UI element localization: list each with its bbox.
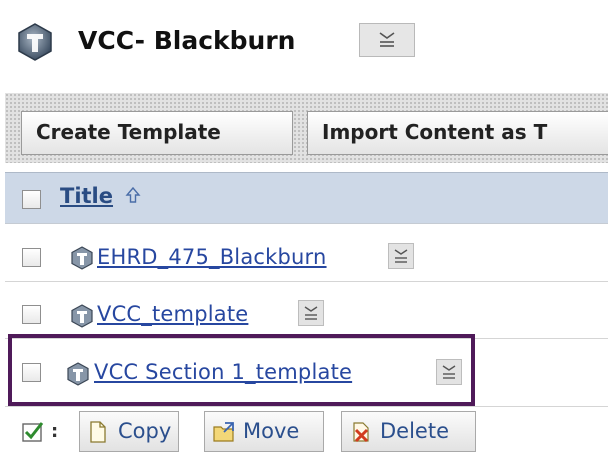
- move-label: Move: [243, 419, 300, 443]
- row-menu-button[interactable]: [388, 243, 414, 269]
- row-menu-button[interactable]: [298, 300, 324, 326]
- action-separator: :: [51, 421, 59, 442]
- chevron-down-menu-icon: [394, 249, 408, 263]
- page-title: VCC- Blackburn: [78, 26, 296, 55]
- move-folder-icon: [213, 422, 234, 442]
- chevron-down-menu-icon: [304, 306, 318, 320]
- import-content-button[interactable]: Import Content as T: [307, 111, 608, 155]
- move-button[interactable]: Move: [204, 411, 324, 452]
- copy-icon: [90, 421, 106, 443]
- row-checkbox[interactable]: [22, 305, 41, 324]
- template-link[interactable]: EHRD_475_Blackburn: [97, 244, 327, 270]
- row-highlight-box: [8, 334, 475, 406]
- template-icon: [71, 246, 93, 270]
- delete-label: Delete: [380, 419, 449, 443]
- template-link[interactable]: VCC_template: [97, 301, 248, 327]
- create-template-button[interactable]: Create Template: [21, 111, 293, 155]
- chevron-down-menu-icon: [379, 32, 395, 47]
- row-divider: [5, 281, 608, 282]
- copy-button[interactable]: Copy: [79, 411, 179, 452]
- sort-ascending-arrow-icon[interactable]: [125, 186, 141, 204]
- template-icon: [71, 304, 93, 328]
- copy-label: Copy: [118, 419, 172, 443]
- template-folder-icon: [18, 23, 52, 61]
- row-checkbox[interactable]: [22, 248, 41, 267]
- delete-icon: [353, 422, 369, 443]
- select-all-checkbox-icon[interactable]: [21, 420, 45, 444]
- delete-button[interactable]: Delete: [341, 411, 476, 452]
- title-column-header[interactable]: Title: [60, 184, 113, 208]
- title-menu-button[interactable]: [359, 23, 415, 57]
- select-all-checkbox[interactable]: [22, 190, 41, 209]
